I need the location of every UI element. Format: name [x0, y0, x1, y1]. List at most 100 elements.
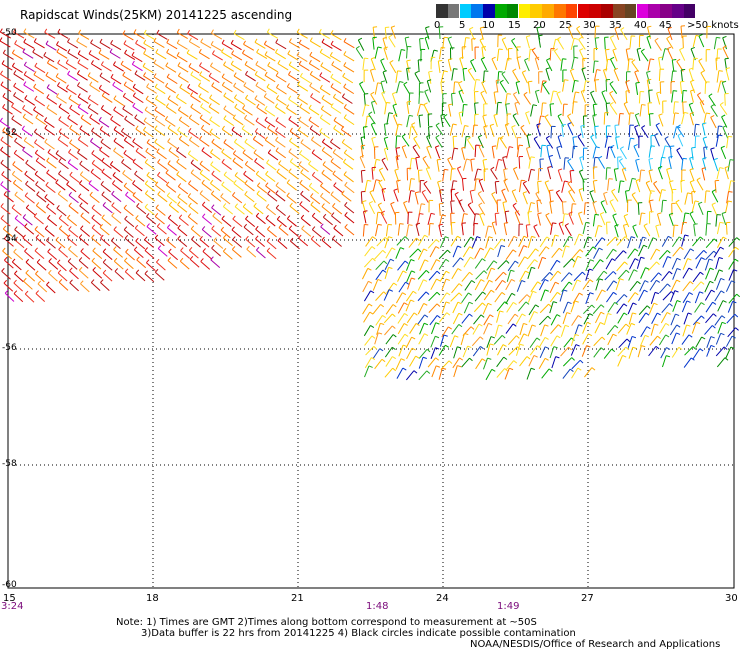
wind-barb: [603, 112, 609, 125]
wind-barb: [131, 60, 143, 72]
wind-barb: [113, 106, 124, 118]
wind-barb: [343, 51, 355, 62]
wind-barb: [417, 279, 428, 291]
wind-barb: [77, 82, 88, 93]
wind-barb: [706, 344, 715, 357]
wind-barb: [146, 213, 157, 225]
wind-barb: [166, 181, 177, 193]
wind-barb: [635, 81, 640, 95]
wind-barb: [477, 191, 485, 205]
wind-barb: [463, 301, 474, 314]
wind-barb: [87, 94, 99, 106]
wind-barb: [539, 158, 544, 172]
wind-barb: [220, 226, 231, 239]
wind-barb: [46, 94, 58, 105]
wind-barb: [100, 181, 111, 193]
wind-barb: [99, 125, 111, 137]
wind-barb: [478, 178, 485, 192]
wind-barb: [110, 73, 122, 85]
wind-barb: [725, 221, 731, 235]
wind-barb: [716, 48, 722, 61]
wind-barb: [671, 236, 683, 248]
wind-barb: [550, 314, 561, 326]
wind-barb: [230, 60, 242, 71]
wind-barb: [617, 355, 627, 367]
wind-barb: [661, 271, 673, 282]
wind-barb: [154, 138, 165, 150]
wind-barb: [221, 81, 233, 93]
wind-barb: [550, 335, 561, 347]
wind-barb: [449, 123, 457, 136]
wind-barb: [319, 84, 331, 96]
wind-barb: [201, 226, 212, 238]
wind-barb: [584, 104, 590, 117]
wind-barb: [175, 93, 187, 105]
wind-barb: [76, 37, 88, 48]
wind-barb: [233, 29, 245, 41]
wind-barb: [11, 102, 22, 114]
wind-barb: [211, 225, 222, 237]
wind-barb: [670, 70, 677, 83]
wind-barb: [308, 160, 319, 172]
wind-barb: [23, 61, 35, 72]
wind-barb: [288, 148, 299, 160]
wind-barb: [359, 81, 366, 95]
wind-barb: [592, 60, 599, 73]
x-tick-label: 18: [146, 593, 159, 604]
wind-barb: [452, 135, 458, 149]
wind-barb: [494, 212, 500, 226]
wind-barb: [277, 237, 288, 249]
wind-barb: [406, 167, 412, 181]
wind-barb: [666, 167, 671, 182]
wind-barb: [482, 158, 488, 173]
wind-barb: [537, 115, 545, 128]
wind-barb: [1, 267, 11, 280]
wind-barb: [582, 333, 593, 345]
wind-barb: [45, 181, 56, 194]
wind-barb: [188, 127, 199, 139]
wind-barb: [627, 292, 639, 303]
wind-barb: [485, 368, 496, 381]
wind-barb: [540, 102, 547, 115]
wind-barb: [265, 182, 276, 194]
wind-barb: [310, 235, 321, 248]
wind-barb: [188, 114, 200, 126]
wind-barb: [680, 179, 685, 193]
wind-barb: [58, 158, 69, 170]
wind-barb: [190, 71, 202, 82]
wind-barb: [91, 214, 102, 227]
wind-barb: [136, 202, 147, 215]
wind-barb: [527, 266, 536, 279]
wind-barb: [11, 204, 22, 216]
wind-barb: [89, 113, 100, 125]
pass-time-label: 1:48: [366, 601, 389, 612]
wind-barb: [89, 191, 100, 204]
wind-barb: [200, 103, 211, 114]
wind-barb: [155, 181, 166, 193]
wind-barb: [223, 171, 234, 183]
wind-barb: [571, 279, 581, 292]
wind-barb: [447, 58, 453, 72]
wind-barb: [199, 62, 210, 73]
wind-barb: [186, 49, 198, 60]
wind-barb: [368, 200, 376, 215]
wind-barb: [409, 323, 420, 334]
wind-barb: [648, 89, 653, 103]
wind-barb: [671, 332, 681, 345]
wind-barb: [223, 139, 234, 151]
wind-barb: [606, 280, 618, 291]
wind-barb: [255, 60, 267, 72]
wind-barb: [474, 113, 479, 127]
wind-barb: [491, 221, 497, 235]
wind-barb: [209, 94, 220, 106]
wind-barb: [244, 114, 255, 126]
wind-barb: [627, 335, 637, 348]
wind-barb: [560, 272, 573, 282]
wind-barb: [0, 70, 11, 81]
wind-barb: [573, 271, 586, 282]
wind-barb: [91, 257, 102, 270]
wind-barb: [381, 187, 387, 202]
wind-barb: [234, 172, 245, 184]
wind-barb: [330, 83, 342, 94]
wind-barb: [617, 312, 628, 324]
